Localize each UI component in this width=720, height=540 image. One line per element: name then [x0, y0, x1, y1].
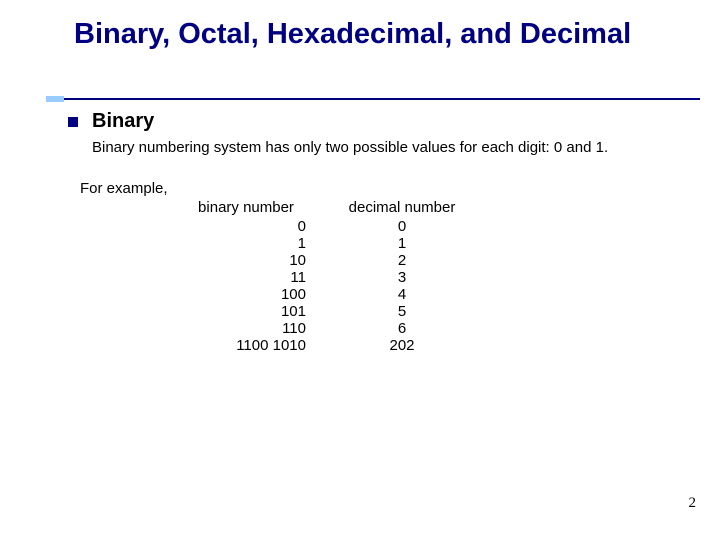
cell-decimal: 3 [324, 269, 480, 286]
cell-decimal: 4 [324, 286, 480, 303]
conversion-table-wrap: binary number decimal number 0 0 1 1 10 [168, 199, 680, 354]
table-row: 0 0 [168, 218, 480, 235]
cell-binary: 110 [168, 320, 324, 337]
table-header-row: binary number decimal number [168, 199, 480, 218]
title-wrap: Binary, Octal, Hexadecimal, and Decimal [74, 18, 680, 51]
cell-decimal: 1 [324, 235, 480, 252]
example-lead: For example, [80, 180, 680, 197]
table-row: 1100 1010 202 [168, 337, 480, 354]
table-row: 101 5 [168, 303, 480, 320]
slide: Binary, Octal, Hexadecimal, and Decimal … [0, 0, 720, 540]
header-decimal: decimal number [324, 199, 480, 218]
cell-decimal: 6 [324, 320, 480, 337]
table-row: 100 4 [168, 286, 480, 303]
header-binary: binary number [168, 199, 324, 218]
table-row: 10 2 [168, 252, 480, 269]
cell-decimal: 2 [324, 252, 480, 269]
cell-binary: 0 [168, 218, 324, 235]
section-heading: Binary [92, 110, 154, 133]
cell-binary: 1100 1010 [168, 337, 324, 354]
cell-decimal: 0 [324, 218, 480, 235]
cell-binary: 101 [168, 303, 324, 320]
section-description: Binary numbering system has only two pos… [92, 139, 680, 158]
cell-binary: 10 [168, 252, 324, 269]
table-row: 1 1 [168, 235, 480, 252]
section-heading-row: Binary [68, 110, 680, 133]
bullet-square-icon [68, 117, 78, 127]
table-row: 11 3 [168, 269, 480, 286]
title-accent-bar [46, 96, 64, 102]
content-area: Binary Binary numbering system has only … [68, 110, 680, 354]
cell-binary: 100 [168, 286, 324, 303]
cell-binary: 1 [168, 235, 324, 252]
table-row: 110 6 [168, 320, 480, 337]
cell-binary: 11 [168, 269, 324, 286]
conversion-table: binary number decimal number 0 0 1 1 10 [168, 199, 480, 354]
cell-decimal: 202 [324, 337, 480, 354]
page-number: 2 [689, 495, 697, 512]
title-underline [64, 98, 700, 100]
slide-title: Binary, Octal, Hexadecimal, and Decimal [74, 18, 680, 51]
cell-decimal: 5 [324, 303, 480, 320]
